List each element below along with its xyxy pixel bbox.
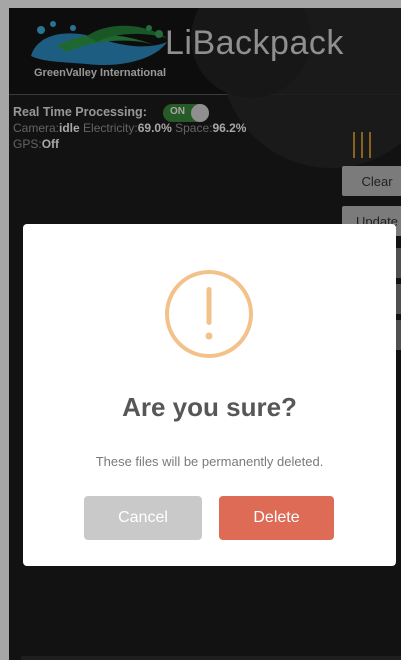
dialog-title: Are you sure? xyxy=(122,392,297,422)
delete-button[interactable]: Delete xyxy=(219,496,334,540)
confirm-dialog: Are you sure? These files will be perman… xyxy=(23,224,396,566)
warning-icon xyxy=(165,270,253,358)
dialog-message: These files will be permanently deleted. xyxy=(95,454,324,469)
cancel-button[interactable]: Cancel xyxy=(84,496,202,540)
